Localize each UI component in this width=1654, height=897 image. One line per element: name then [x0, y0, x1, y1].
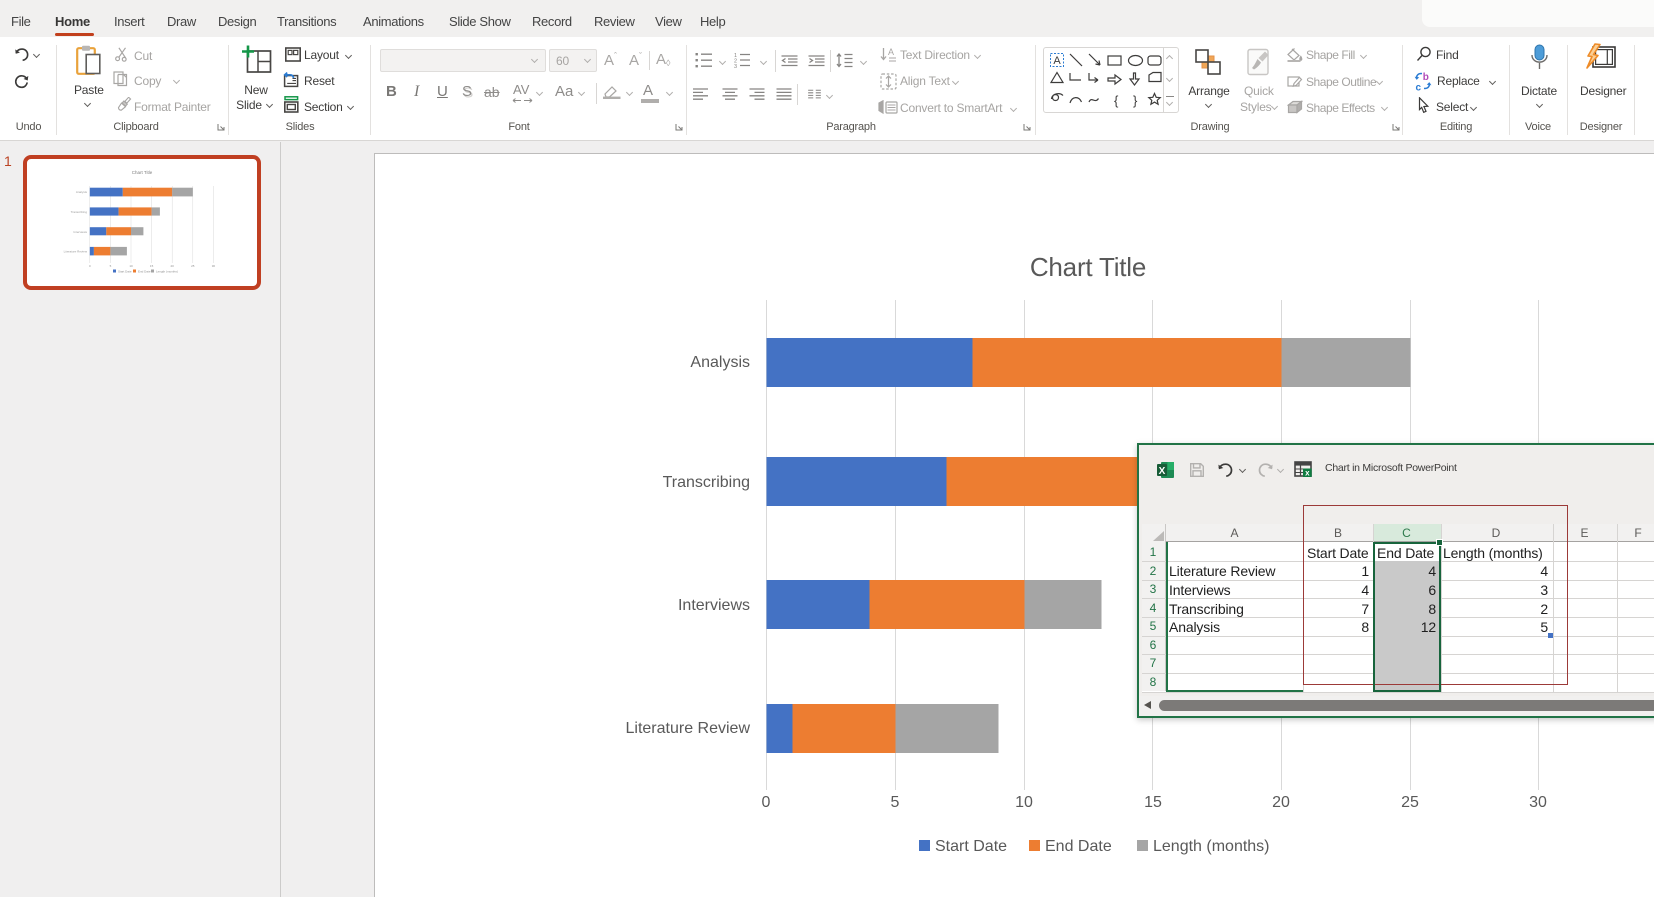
svg-text:b: b: [1423, 72, 1429, 83]
svg-text:{: {: [1114, 93, 1119, 108]
svg-text:c: c: [1416, 82, 1422, 91]
svg-text:30: 30: [212, 264, 216, 268]
svg-text:Analysis: Analysis: [76, 190, 88, 194]
svg-text:End Date: End Date: [138, 269, 151, 273]
svg-text:Transcribing: Transcribing: [71, 210, 88, 214]
svg-text:Length (months): Length (months): [156, 269, 178, 273]
svg-text:0: 0: [89, 264, 91, 268]
svg-text:20: 20: [171, 264, 175, 268]
svg-text:Start Date: Start Date: [118, 269, 132, 273]
svg-text:15: 15: [150, 264, 154, 268]
svg-text:10: 10: [129, 264, 133, 268]
svg-text:}: }: [1133, 93, 1138, 108]
svg-text:5: 5: [110, 264, 112, 268]
svg-text:A: A: [888, 47, 894, 57]
svg-text:Interviews: Interviews: [73, 230, 87, 234]
svg-text:Literature Review: Literature Review: [64, 250, 88, 254]
svg-text:Chart Title: Chart Title: [132, 170, 153, 175]
svg-text:3: 3: [734, 64, 737, 68]
svg-text:X: X: [1159, 466, 1166, 477]
svg-text:25: 25: [191, 264, 195, 268]
svg-text:A: A: [1053, 55, 1061, 67]
svg-text:x: x: [1305, 468, 1310, 477]
